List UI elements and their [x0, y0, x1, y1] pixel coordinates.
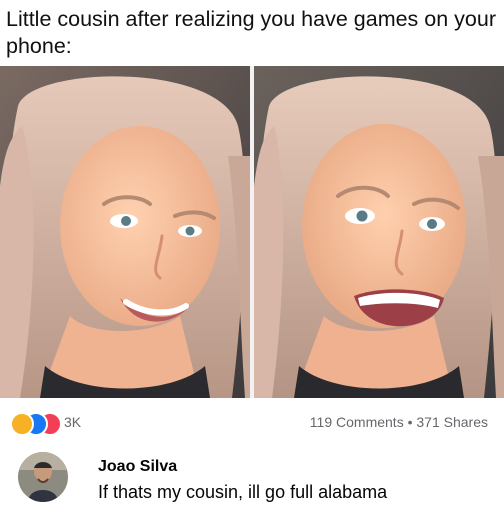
left-photo-panel — [0, 66, 250, 398]
comments-count[interactable]: 119 Comments — [310, 414, 404, 430]
stats-separator: • — [407, 414, 413, 430]
right-photo-panel — [254, 66, 504, 398]
reaction-count[interactable]: 3K — [64, 414, 81, 430]
reaction-bar: 3K 119 Comments • 371 Shares — [0, 398, 504, 448]
neutral-smile-photo — [0, 66, 250, 398]
meme-post: Little cousin after realizing you have g… — [0, 0, 504, 510]
excited-smile-photo — [254, 66, 504, 398]
comment-text: If thats my cousin, ill go full alabama — [98, 482, 388, 502]
avatar[interactable] — [18, 452, 68, 502]
haha-reaction-icon — [10, 412, 34, 436]
meme-caption: Little cousin after realizing you have g… — [6, 7, 496, 58]
comment: Joao Silva If thats my cousin, ill go fu… — [0, 448, 504, 510]
post-stats: 119 Comments • 371 Shares — [310, 414, 488, 430]
avatar-image — [18, 452, 68, 502]
meme-image-panels — [0, 66, 504, 398]
shares-count[interactable]: 371 Shares — [416, 414, 488, 430]
comment-author[interactable]: Joao Silva — [98, 458, 177, 476]
